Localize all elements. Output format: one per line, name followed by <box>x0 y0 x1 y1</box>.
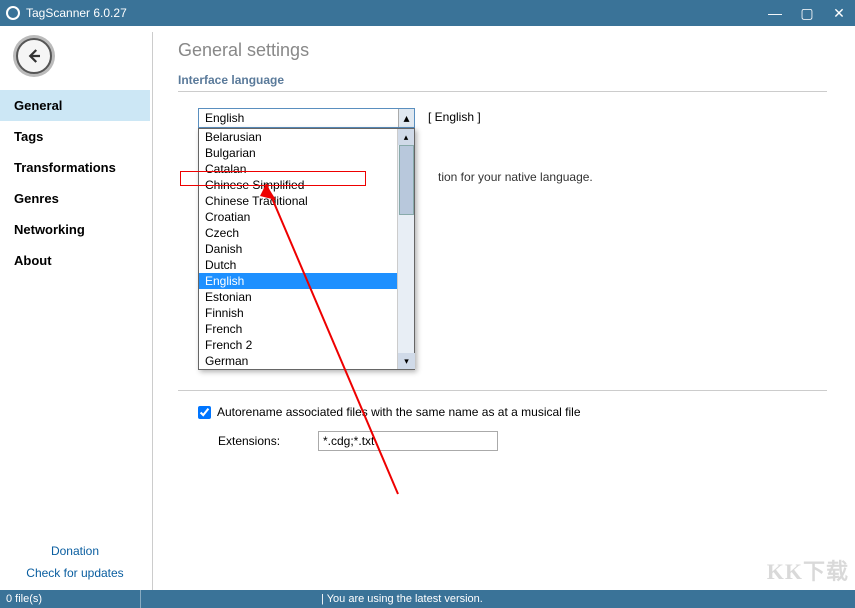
option-belarusian[interactable]: Belarusian <box>199 129 398 145</box>
sidebar-item-genres[interactable]: Genres <box>0 183 150 214</box>
content-area: General settings Interface language Engl… <box>160 32 845 590</box>
back-button[interactable] <box>16 38 52 74</box>
divider-line <box>178 390 827 391</box>
option-german[interactable]: German <box>199 353 398 369</box>
status-files: 0 file(s) <box>0 593 140 605</box>
maximize-button[interactable]: ▢ <box>791 0 823 26</box>
option-finnish[interactable]: Finnish <box>199 305 398 321</box>
close-button[interactable]: ✕ <box>823 0 855 26</box>
status-bar: 0 file(s) | You are using the latest ver… <box>0 590 855 608</box>
watermark: KK下载 <box>767 554 849 586</box>
donation-link[interactable]: Donation <box>0 540 150 562</box>
divider <box>152 32 153 590</box>
option-dutch[interactable]: Dutch <box>199 257 398 273</box>
sidebar-bottom: Donation Check for updates <box>0 540 150 584</box>
sidebar-item-general[interactable]: General <box>0 90 150 121</box>
partial-helper-text: tion for your native language. <box>438 170 593 184</box>
option-croatian[interactable]: Croatian <box>199 209 398 225</box>
title-bar: TagScanner 6.0.27 — ▢ ✕ <box>0 0 855 26</box>
app-icon <box>6 6 20 20</box>
scroll-down-button[interactable]: ▾ <box>398 353 415 369</box>
current-language-label: [ English ] <box>428 110 481 124</box>
sidebar-item-networking[interactable]: Networking <box>0 214 150 245</box>
combo-value: English <box>199 111 398 125</box>
option-french2[interactable]: French 2 <box>199 337 398 353</box>
arrow-left-icon <box>25 47 43 65</box>
scroll-up-button[interactable]: ▴ <box>398 129 414 145</box>
section-interface-language: Interface language <box>178 73 827 92</box>
sidebar: General Tags Transformations Genres Netw… <box>0 90 150 276</box>
option-czech[interactable]: Czech <box>199 225 398 241</box>
minimize-button[interactable]: — <box>759 0 791 26</box>
extensions-input[interactable] <box>318 431 498 451</box>
option-catalan[interactable]: Catalan <box>199 161 398 177</box>
page-title: General settings <box>178 40 827 61</box>
option-bulgarian[interactable]: Bulgarian <box>199 145 398 161</box>
chevron-up-icon[interactable]: ▴ <box>398 109 414 127</box>
autorename-checkbox[interactable] <box>198 406 211 419</box>
autorename-label: Autorename associated files with the sam… <box>217 405 581 419</box>
option-chinese-traditional[interactable]: Chinese Traditional <box>199 193 398 209</box>
language-combo[interactable]: English ▴ <box>198 108 415 128</box>
sidebar-item-tags[interactable]: Tags <box>0 121 150 152</box>
scroll-thumb[interactable] <box>399 145 414 215</box>
option-estonian[interactable]: Estonian <box>199 289 398 305</box>
option-danish[interactable]: Danish <box>199 241 398 257</box>
option-french[interactable]: French <box>199 321 398 337</box>
window-title: TagScanner 6.0.27 <box>26 6 759 20</box>
extensions-label: Extensions: <box>218 434 318 448</box>
language-dropdown: Belarusian Bulgarian Catalan Chinese Sim… <box>198 128 415 370</box>
sidebar-item-transformations[interactable]: Transformations <box>0 152 150 183</box>
scrollbar[interactable]: ▴ ▾ <box>397 129 414 369</box>
sidebar-item-about[interactable]: About <box>0 245 150 276</box>
status-version: | You are using the latest version. <box>141 593 855 605</box>
option-english[interactable]: English <box>199 273 398 289</box>
option-chinese-simplified[interactable]: Chinese Simplified <box>199 177 398 193</box>
check-updates-link[interactable]: Check for updates <box>0 562 150 584</box>
